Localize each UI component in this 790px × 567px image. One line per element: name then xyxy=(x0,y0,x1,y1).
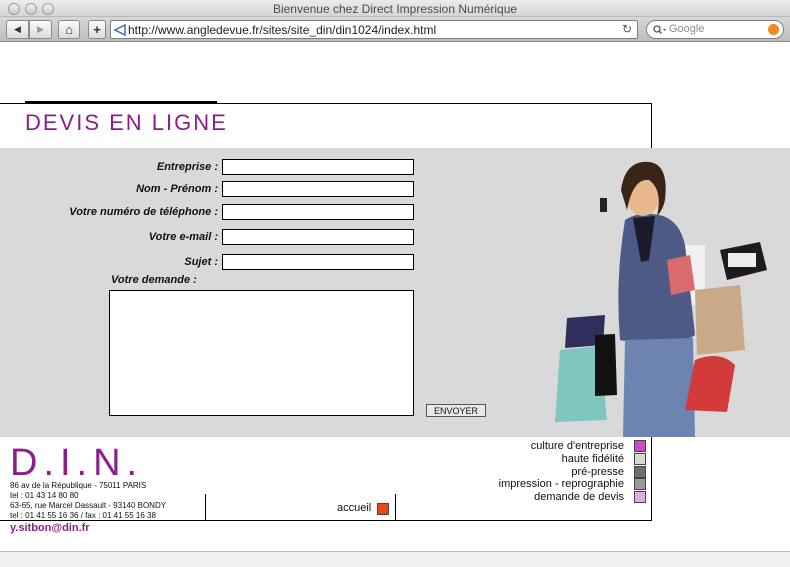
search-engine-icon[interactable] xyxy=(768,24,779,35)
reload-icon[interactable]: ↻ xyxy=(622,22,632,36)
address-line: 63-65, rue Marcel Dassault - 93140 BONDY xyxy=(10,501,167,510)
menu-square-icon[interactable] xyxy=(634,491,646,503)
url-text: http://www.angledevue.fr/sites/site_din/… xyxy=(128,23,437,37)
menu-pre-presse[interactable]: pré-presse xyxy=(571,466,624,478)
address-line: 86 av de la République - 75011 PARIS xyxy=(10,481,147,490)
telephone-label: Votre numéro de téléphone : xyxy=(69,206,218,218)
search-field[interactable]: Google xyxy=(646,20,784,39)
home-button[interactable]: ⌂ xyxy=(58,20,80,39)
site-favicon-icon xyxy=(114,24,126,36)
window-titlebar: Bienvenue chez Direct Impression Numériq… xyxy=(0,0,790,17)
menu-square-icon[interactable] xyxy=(634,453,646,465)
demande-label: Votre demande : xyxy=(111,274,197,286)
menu-square-icon[interactable] xyxy=(634,478,646,490)
telephone-input[interactable] xyxy=(222,204,414,220)
back-icon: ◀ xyxy=(14,24,21,34)
forward-button[interactable]: ▶ xyxy=(29,20,52,39)
menu-square-icon[interactable] xyxy=(634,440,646,452)
email-label: Votre e-mail : xyxy=(148,231,218,243)
email-input[interactable] xyxy=(222,229,414,245)
din-logo: D.I.N. xyxy=(10,442,144,484)
forward-icon: ▶ xyxy=(37,24,44,34)
footer-divider xyxy=(0,520,652,521)
browser-toolbar: ◀ ▶ ⌂ + http://www.angledevue.fr/sites/s… xyxy=(0,17,790,42)
address-line: tel : 01 41 55 16 36 / fax : 01 41 55 16… xyxy=(10,511,156,520)
entreprise-input[interactable] xyxy=(222,159,414,175)
shopping-woman-illustration xyxy=(555,161,767,437)
plus-icon: + xyxy=(93,22,101,37)
address-line: tel : 01 43 14 80 80 xyxy=(10,491,79,500)
window-title: Bienvenue chez Direct Impression Numériq… xyxy=(272,2,518,16)
contact-email-link[interactable]: y.sitbon@din.fr xyxy=(10,522,90,534)
sujet-label: Sujet : xyxy=(184,256,218,268)
menu-culture-entreprise[interactable]: culture d'entreprise xyxy=(531,440,624,452)
entreprise-label: Entreprise : xyxy=(156,161,218,173)
add-bookmark-button[interactable]: + xyxy=(88,20,106,39)
horizontal-scrollbar[interactable] xyxy=(0,551,790,567)
search-icon xyxy=(653,25,666,34)
footer-separator xyxy=(205,494,206,520)
menu-square-icon[interactable] xyxy=(634,466,646,478)
demande-textarea[interactable] xyxy=(109,290,414,416)
header-divider xyxy=(0,103,652,104)
accueil-square-icon[interactable] xyxy=(377,503,389,515)
search-placeholder: Google xyxy=(669,23,705,35)
footer-separator xyxy=(395,494,396,520)
envoyer-button[interactable]: ENVOYER xyxy=(426,404,486,417)
sujet-input[interactable] xyxy=(222,254,414,270)
back-button[interactable]: ◀ xyxy=(6,20,29,39)
menu-demande-de-devis[interactable]: demande de devis xyxy=(534,491,624,503)
menu-impression-reprographie[interactable]: impression - reprographie xyxy=(499,478,624,490)
address-bar[interactable]: http://www.angledevue.fr/sites/site_din/… xyxy=(110,20,638,39)
menu-haute-fidelite[interactable]: haute fidélité xyxy=(562,453,624,465)
nom-prenom-label: Nom - Prénom : xyxy=(136,183,218,195)
nom-prenom-input[interactable] xyxy=(222,181,414,197)
home-icon: ⌂ xyxy=(65,22,73,37)
page-title: DEVIS EN LIGNE xyxy=(25,110,228,135)
accueil-link[interactable]: accueil xyxy=(337,502,371,514)
